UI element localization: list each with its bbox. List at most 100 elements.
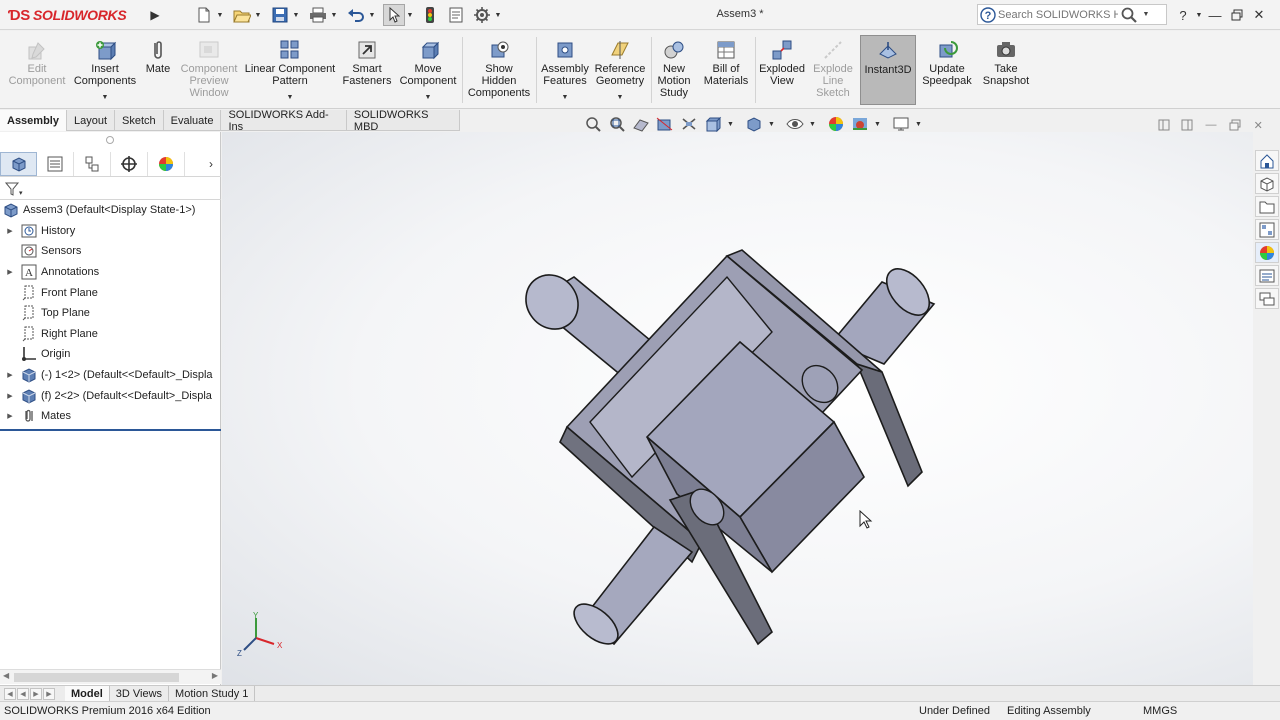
viewport-close-icon[interactable]: ✕: [1248, 116, 1268, 134]
property-manager-tab-icon[interactable]: [37, 151, 74, 176]
close-icon[interactable]: ✕: [1248, 4, 1270, 26]
tab-solidworks-mbd[interactable]: SOLIDWORKS MBD: [347, 109, 460, 133]
view-orientation-icon[interactable]: [702, 114, 724, 134]
help-search-input[interactable]: [998, 8, 1118, 21]
assembly-model-view[interactable]: [222, 132, 1253, 685]
help-dropdown-icon[interactable]: ▼: [1194, 4, 1204, 26]
view-settings-monitor-icon[interactable]: [890, 114, 912, 134]
viewport-tile-right-icon[interactable]: [1178, 116, 1198, 134]
tree-root-assembly[interactable]: Assem3 (Default<Display State-1>): [0, 200, 221, 221]
file-properties-icon[interactable]: [445, 4, 467, 26]
show-hidden-components-button[interactable]: Show Hidden Components: [466, 35, 532, 105]
previous-view-icon[interactable]: [630, 114, 652, 134]
view-palette-icon[interactable]: [1254, 219, 1279, 240]
update-speedpak-button[interactable]: Update Speedpak: [918, 35, 976, 105]
edit-component-button[interactable]: Edit Component: [6, 35, 68, 105]
tree-item-right-plane[interactable]: Right Plane: [0, 324, 221, 345]
expand-arrow-icon[interactable]: ▶: [5, 268, 15, 276]
assembly-features-dropdown-icon[interactable]: ▼: [562, 94, 569, 101]
viewport-tile-left-icon[interactable]: [1154, 116, 1174, 134]
section-view-icon[interactable]: [654, 114, 676, 134]
view-orientation-dropdown-icon[interactable]: ▼: [726, 121, 735, 128]
open-folder-icon[interactable]: [231, 4, 253, 26]
print-dropdown-icon[interactable]: ▼: [329, 4, 339, 26]
undo-icon[interactable]: [345, 4, 367, 26]
tab-evaluate[interactable]: Evaluate: [164, 110, 222, 131]
dimxpert-manager-tab-icon[interactable]: [111, 151, 148, 176]
minimize-icon[interactable]: —: [1204, 4, 1226, 26]
tree-item-front-plane[interactable]: Front Plane: [0, 282, 221, 303]
tree-filter[interactable]: ▾: [0, 178, 221, 200]
expand-arrow-icon[interactable]: ▶: [5, 392, 15, 400]
instant3d-button[interactable]: Instant3D: [860, 35, 916, 105]
custom-properties-icon[interactable]: [1254, 265, 1279, 286]
reference-geometry-dropdown-icon[interactable]: ▼: [617, 94, 624, 101]
more-tabs-chevron-icon[interactable]: ›: [201, 152, 221, 176]
apply-scene-dropdown-icon[interactable]: ▼: [873, 121, 882, 128]
print-icon[interactable]: [307, 4, 329, 26]
search-icon[interactable]: [1118, 5, 1140, 24]
design-library-icon[interactable]: [1254, 173, 1279, 194]
expand-arrow-icon[interactable]: ▶: [5, 371, 15, 379]
tree-item-component-2[interactable]: ▶ (f) 2<2> (Default<<Default>_Displa: [0, 385, 221, 406]
mate-button[interactable]: Mate: [142, 35, 174, 105]
configuration-manager-tab-icon[interactable]: [74, 151, 111, 176]
save-dropdown-icon[interactable]: ▼: [291, 4, 301, 26]
move-component-dropdown-icon[interactable]: ▼: [425, 94, 432, 101]
display-style-icon[interactable]: [743, 114, 765, 134]
feature-manager-tab-icon[interactable]: [0, 151, 37, 176]
tree-item-annotations[interactable]: ▶ A Annotations: [0, 262, 221, 283]
scroll-left-icon[interactable]: ◀: [3, 671, 9, 680]
dynamic-annotation-views-icon[interactable]: [678, 114, 700, 134]
graphics-area[interactable]: Y X Z: [222, 132, 1253, 685]
apply-scene-icon[interactable]: [849, 114, 871, 134]
expand-arrow-icon[interactable]: ▶: [5, 227, 15, 235]
tab-assembly[interactable]: Assembly: [0, 110, 67, 131]
tab-3d-views[interactable]: 3D Views: [110, 685, 170, 702]
insert-components-button[interactable]: Insert Components ▼: [72, 35, 138, 105]
options-gear-icon[interactable]: [471, 4, 493, 26]
tree-item-component-1[interactable]: ▶ (-) 1<2> (Default<<Default>_Displa: [0, 365, 221, 386]
assembly-features-button[interactable]: Assembly Features ▼: [539, 35, 591, 105]
component-preview-window-button[interactable]: Component Preview Window: [178, 35, 240, 105]
take-snapshot-button[interactable]: Take Snapshot: [978, 35, 1034, 105]
viewport-minimize-icon[interactable]: —: [1201, 116, 1221, 134]
hide-show-items-icon[interactable]: [784, 114, 806, 134]
new-motion-study-button[interactable]: New Motion Study: [654, 35, 694, 105]
tab-model[interactable]: Model: [65, 685, 110, 702]
new-document-icon[interactable]: [193, 4, 215, 26]
open-dropdown-icon[interactable]: ▼: [253, 4, 263, 26]
tab-motion-study-1[interactable]: Motion Study 1: [169, 685, 256, 702]
tree-rollback-bar[interactable]: [0, 428, 221, 431]
menu-expand-arrow-icon[interactable]: ▶: [148, 6, 162, 24]
display-style-dropdown-icon[interactable]: ▼: [767, 121, 776, 128]
new-dropdown-icon[interactable]: ▼: [215, 4, 225, 26]
viewport-restore-icon[interactable]: [1225, 116, 1245, 134]
unit-system-selector[interactable]: MMGS: [1143, 705, 1177, 717]
appearances-scenes-icon[interactable]: [1254, 242, 1279, 263]
bill-of-materials-button[interactable]: Bill of Materials: [700, 35, 752, 105]
save-icon[interactable]: [269, 4, 291, 26]
help-question-icon[interactable]: ?: [978, 5, 998, 24]
zoom-to-fit-icon[interactable]: [582, 114, 604, 134]
tab-sketch[interactable]: Sketch: [115, 110, 164, 131]
zoom-to-area-icon[interactable]: [606, 114, 628, 134]
insert-components-dropdown-icon[interactable]: ▼: [102, 94, 109, 101]
help-menu-button[interactable]: ?: [1172, 4, 1194, 26]
tree-item-history[interactable]: ▶ History: [0, 221, 221, 242]
filter-funnel-icon[interactable]: ▾: [5, 182, 23, 196]
tab-solidworks-add-ins[interactable]: SOLIDWORKS Add-Ins: [221, 109, 347, 133]
solidworks-logo[interactable]: ƊS SOLIDWORKS: [8, 5, 144, 25]
linear-component-pattern-button[interactable]: Linear Component Pattern ▼: [244, 35, 336, 105]
tree-item-origin[interactable]: Origin: [0, 344, 221, 365]
forum-chat-icon[interactable]: [1254, 288, 1279, 309]
file-explorer-folder-icon[interactable]: [1254, 196, 1279, 217]
view-settings-dropdown-icon[interactable]: ▼: [914, 121, 923, 128]
scroll-right-icon[interactable]: ▶: [212, 671, 218, 680]
shaft-lower-left[interactable]: [567, 525, 694, 651]
scroll-thumb[interactable]: [14, 673, 179, 682]
reference-geometry-button[interactable]: Reference Geometry ▼: [592, 35, 648, 105]
last-tab-arrow-icon[interactable]: ▶: [43, 687, 55, 700]
exploded-view-button[interactable]: Exploded View: [758, 35, 806, 105]
select-dropdown-icon[interactable]: ▼: [405, 4, 415, 26]
